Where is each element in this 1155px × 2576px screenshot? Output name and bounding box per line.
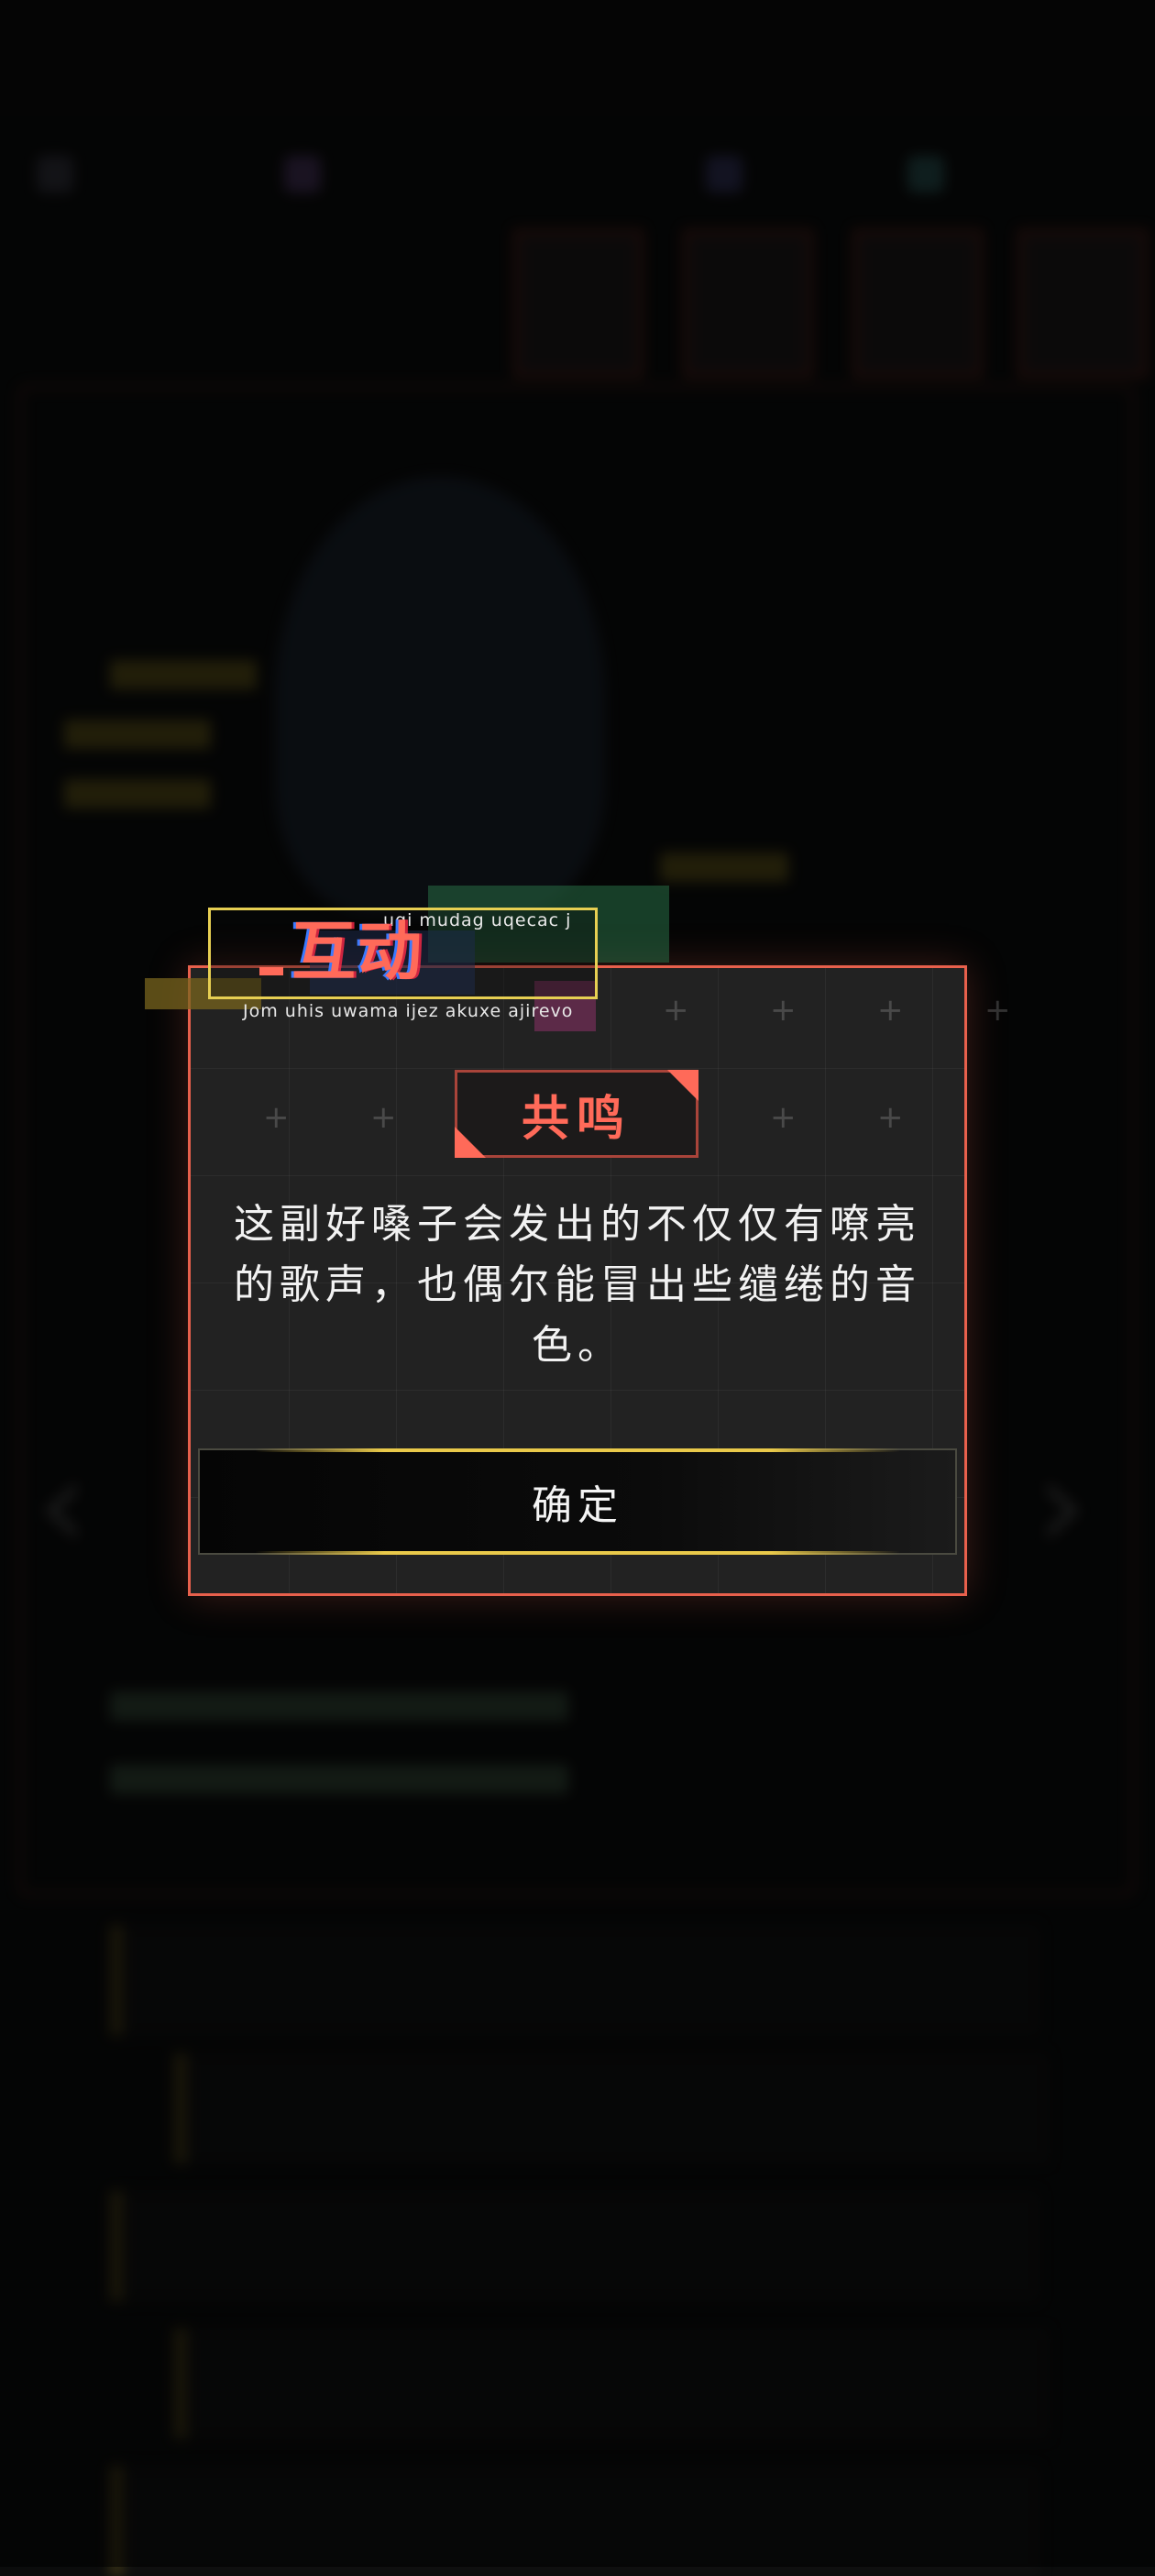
category-chip: 共鸣 <box>455 1070 698 1158</box>
dialog-title: 互动 <box>292 914 424 989</box>
header-tag-subcaption: Jom uhis uwama ijez akuxe ajirevo <box>243 1001 574 1021</box>
corner-accent <box>667 1070 698 1101</box>
category-chip-label: 共鸣 <box>521 1091 632 1147</box>
grid-plus-icon: + <box>370 1099 397 1136</box>
grid-plus-icon: + <box>770 992 797 1029</box>
button-top-highlight <box>255 1448 900 1452</box>
confirm-button[interactable]: 确定 <box>198 1448 957 1555</box>
dialog-description: 这副好嗓子会发出的不仅仅有嘹亮的歌声，也偶尔能冒出些缱绻的音色。 <box>234 1201 921 1369</box>
grid-plus-icon: + <box>770 1099 797 1136</box>
grid-plus-icon: + <box>263 1099 290 1136</box>
grid-plus-icon: + <box>877 1099 904 1136</box>
grid-plus-icon: + <box>984 992 1011 1029</box>
grid-plus-icon: + <box>663 992 689 1029</box>
confirm-button-label: 确定 <box>532 1482 623 1529</box>
header-dash <box>259 967 283 975</box>
corner-accent <box>455 1127 486 1158</box>
button-bottom-highlight <box>255 1551 900 1555</box>
grid-plus-icon: + <box>877 992 904 1029</box>
